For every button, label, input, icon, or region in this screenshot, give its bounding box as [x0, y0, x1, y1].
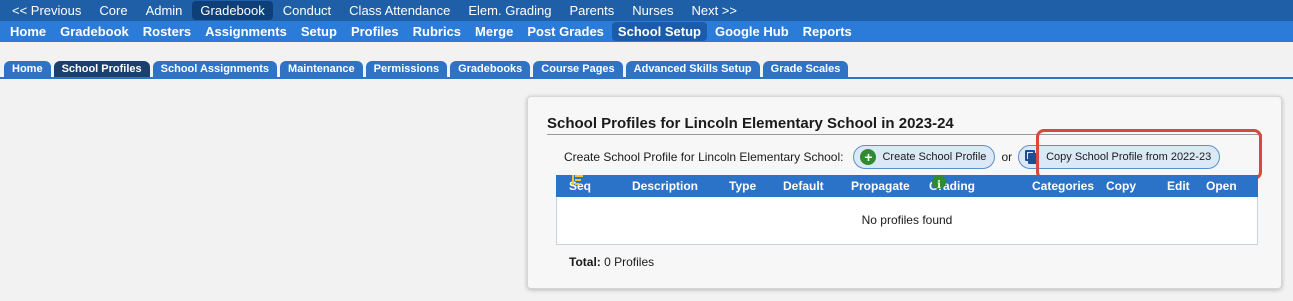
- nav-class-attendance[interactable]: Class Attendance: [341, 1, 458, 20]
- create-profile-label: Create School Profile for Lincoln Elemen…: [564, 150, 844, 164]
- tabs-underline: [0, 77, 1293, 79]
- tab-gradebooks[interactable]: Gradebooks: [450, 61, 531, 77]
- info-icon[interactable]: i: [932, 175, 946, 191]
- subnav-school-setup[interactable]: School Setup: [611, 22, 707, 41]
- tab-grade-scales[interactable]: Grade Scales: [762, 61, 849, 77]
- subnav-home[interactable]: Home: [4, 22, 52, 41]
- col-propagate: Propagate: [851, 179, 910, 193]
- col-categories: Categories: [1032, 179, 1095, 193]
- table-header: Seq Description Type Default Propagate G…: [556, 175, 1258, 197]
- school-profiles-panel: School Profiles for Lincoln Elementary S…: [527, 96, 1282, 289]
- subnav-assignments[interactable]: Assignments: [199, 22, 293, 41]
- nav-admin[interactable]: Admin: [138, 1, 191, 20]
- col-open: Open: [1206, 179, 1237, 193]
- nav-previous[interactable]: << Previous: [4, 1, 89, 20]
- nav-next[interactable]: Next >>: [683, 1, 745, 20]
- subnav-rosters[interactable]: Rosters: [137, 22, 197, 41]
- subnav-profiles[interactable]: Profiles: [345, 22, 405, 41]
- nav-conduct[interactable]: Conduct: [275, 1, 339, 20]
- secondary-nav: Home Gradebook Rosters Assignments Setup…: [0, 21, 1293, 42]
- subnav-setup[interactable]: Setup: [295, 22, 343, 41]
- tab-permissions[interactable]: Permissions: [365, 61, 448, 77]
- nav-elem-grading[interactable]: Elem. Grading: [460, 1, 559, 20]
- subnav-reports[interactable]: Reports: [797, 22, 858, 41]
- col-edit: Edit: [1167, 179, 1190, 193]
- subnav-rubrics[interactable]: Rubrics: [407, 22, 467, 41]
- subnav-google-hub[interactable]: Google Hub: [709, 22, 795, 41]
- total-value: 0 Profiles: [604, 255, 655, 269]
- tab-bar: Home School Profiles School Assignments …: [4, 61, 851, 77]
- table-body: No profiles found: [556, 197, 1258, 245]
- plus-circle-icon: +: [860, 149, 877, 165]
- sort-icon[interactable]: [572, 175, 583, 185]
- nav-parents[interactable]: Parents: [561, 1, 622, 20]
- tab-course-pages[interactable]: Course Pages: [533, 61, 623, 77]
- col-type: Type: [729, 179, 757, 193]
- col-default: Default: [783, 179, 824, 193]
- subnav-gradebook[interactable]: Gradebook: [54, 22, 135, 41]
- nav-nurses[interactable]: Nurses: [624, 1, 681, 20]
- subnav-post-grades[interactable]: Post Grades: [521, 22, 610, 41]
- col-copy: Copy: [1106, 179, 1136, 193]
- tab-home[interactable]: Home: [4, 61, 51, 77]
- highlight-box: [1036, 129, 1262, 180]
- tab-maintenance[interactable]: Maintenance: [280, 61, 363, 77]
- primary-nav: << Previous Core Admin Gradebook Conduct…: [0, 0, 1293, 21]
- empty-message: No profiles found: [861, 213, 953, 227]
- tab-advanced-skills-setup[interactable]: Advanced Skills Setup: [625, 61, 760, 77]
- profiles-table: Seq Description Type Default Propagate G…: [556, 175, 1258, 245]
- create-school-profile-button[interactable]: + Create School Profile: [853, 145, 996, 169]
- or-separator: or: [1001, 150, 1013, 164]
- tab-school-assignments[interactable]: School Assignments: [152, 61, 278, 77]
- total-label: Total:: [569, 255, 601, 269]
- nav-gradebook[interactable]: Gradebook: [192, 1, 273, 20]
- page-title: School Profiles for Lincoln Elementary S…: [547, 115, 954, 132]
- col-description: Description: [632, 179, 699, 193]
- total-count: Total: 0 Profiles: [569, 255, 654, 269]
- tab-school-profiles[interactable]: School Profiles: [53, 61, 150, 77]
- subnav-merge[interactable]: Merge: [469, 22, 519, 41]
- nav-core[interactable]: Core: [91, 1, 135, 20]
- create-school-profile-label: Create School Profile: [882, 151, 987, 163]
